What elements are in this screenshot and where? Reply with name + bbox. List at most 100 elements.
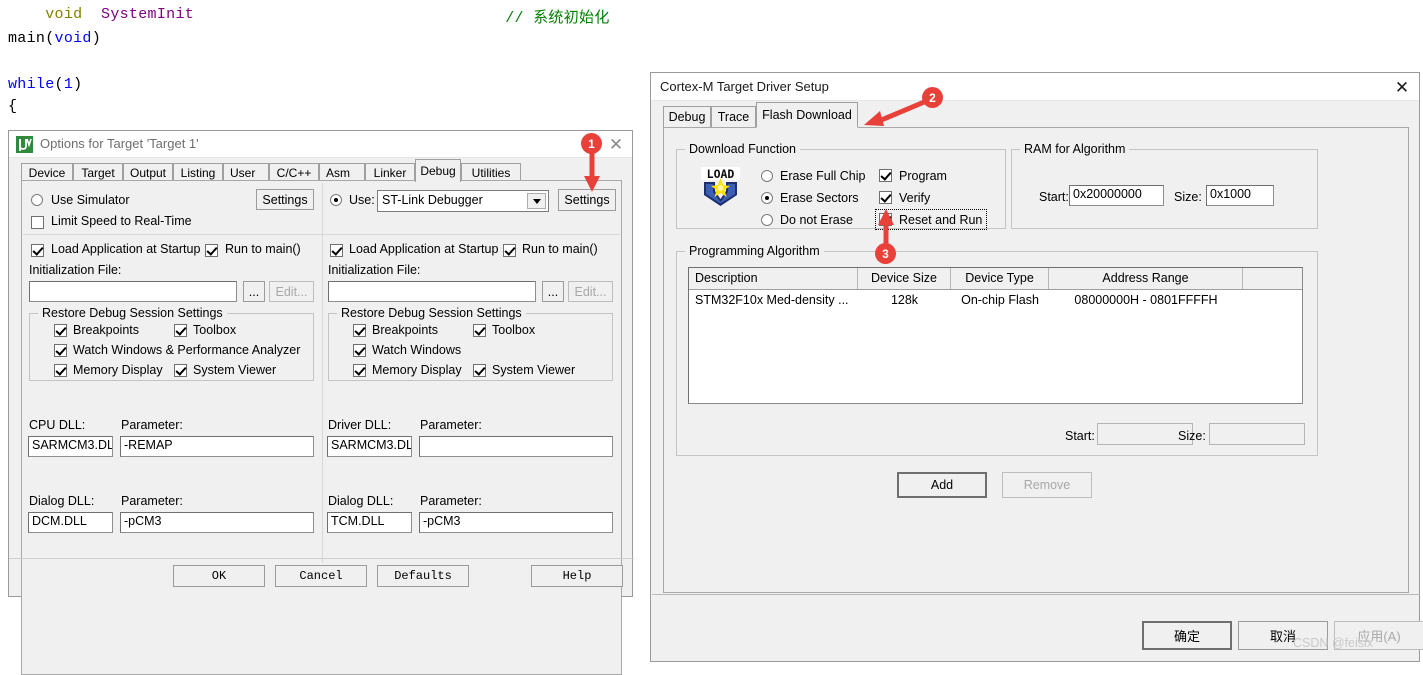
right-dialog-param-label: Parameter: [420,494,482,508]
driver-dll-input[interactable]: SARMCM3.DLL [327,436,412,457]
erase-full-chip-radio[interactable] [761,170,773,182]
defaults-button[interactable]: Defaults [377,565,469,587]
left-browse-button[interactable]: ... [243,281,265,302]
col-device-size[interactable]: Device Size [858,268,951,289]
col-description[interactable]: Description [689,268,858,289]
left-init-file-input[interactable] [29,281,237,302]
left-dialog-dll-input[interactable]: DCM.DLL [28,512,113,533]
tab-flash-download[interactable]: Flash Download [756,102,858,128]
do-not-erase-label: Do not Erase [780,213,853,227]
right-system-viewer-label: System Viewer [492,363,576,377]
uvision-icon [16,136,33,153]
right-run-to-main-checkbox[interactable] [503,244,516,257]
code-line-main: main(void) [8,30,102,47]
ram-start-label: Start: [1039,190,1069,204]
confirm-button[interactable]: 确定 [1142,621,1232,650]
program-checkbox[interactable] [879,169,892,182]
add-button[interactable]: Add [897,472,987,498]
left-restore-group-label: Restore Debug Session Settings [38,306,227,320]
cortex-m-target-driver-setup-dialog[interactable]: Cortex-M Target Driver Setup ✕ Debug Tra… [650,72,1423,662]
left-toolbox-checkbox[interactable] [174,324,187,337]
col-spacer[interactable] [1243,268,1302,289]
erase-sectors-radio[interactable] [761,192,773,204]
left-dialog-dll-label: Dialog DLL: [29,494,95,508]
debugger-combobox[interactable]: ST-Link Debugger [377,190,549,212]
use-simulator-radio[interactable] [31,194,43,206]
left-watch-windows-checkbox[interactable] [54,344,67,357]
programming-algorithm-table[interactable]: Description Device Size Device Type Addr… [688,267,1303,404]
col-device-type[interactable]: Device Type [951,268,1049,289]
left-memory-display-checkbox[interactable] [54,364,67,377]
right-toolbox-label: Toolbox [492,323,536,337]
right-browse-button[interactable]: ... [542,281,564,302]
use-simulator-label: Use Simulator [51,193,130,207]
erase-full-chip-label: Erase Full Chip [780,169,866,183]
right-toolbox-checkbox[interactable] [473,324,486,337]
ok-button[interactable]: OK [173,565,265,587]
right-breakpoints-checkbox[interactable] [353,324,366,337]
driver-dll-label: Driver DLL: [328,418,392,432]
ram-size-label: Size: [1174,190,1202,204]
right-breakpoints-label: Breakpoints [372,323,439,337]
left-memory-display-label: Memory Display [73,363,163,377]
cpu-param-input[interactable]: -REMAP [120,436,314,457]
right-dialog-dll-input[interactable]: TCM.DLL [327,512,412,533]
left-edit-button: Edit... [269,281,314,302]
left-breakpoints-label: Breakpoints [73,323,140,337]
right-load-app-checkbox[interactable] [330,244,343,257]
driver-param-label: Parameter: [420,418,482,432]
options-for-target-dialog[interactable]: Options for Target 'Target 1' ✕ Device T… [8,130,634,675]
right-watch-windows-checkbox[interactable] [353,344,366,357]
tab-debug-driver[interactable]: Debug [663,106,711,128]
help-button[interactable]: Help [531,565,623,587]
right-system-viewer-checkbox[interactable] [473,364,486,377]
tab-debug[interactable]: Debug [415,159,461,182]
cpu-param-label: Parameter: [121,418,183,432]
ram-start-input[interactable]: 0x20000000 [1069,185,1164,206]
right-edit-button: Edit... [568,281,613,302]
right-init-file-input[interactable] [328,281,536,302]
left-load-app-checkbox[interactable] [31,244,44,257]
right-dialog-param-input[interactable]: -pCM3 [419,512,613,533]
cell-address-range: 08000000H - 0801FFFFH [1074,293,1218,307]
left-breakpoints-checkbox[interactable] [54,324,67,337]
code-token-olive: void [45,6,83,23]
options-tabstrip[interactable]: Device Target Output Listing User C/C++ … [9,158,634,182]
limit-speed-checkbox[interactable] [31,216,44,229]
annotation-arrow-2 [864,97,930,126]
verify-label: Verify [899,191,931,205]
algorithm-size-label: Size: [1178,429,1206,443]
verify-checkbox[interactable] [879,191,892,204]
use-debugger-radio[interactable] [330,194,342,206]
driver-param-input[interactable] [419,436,613,457]
do-not-erase-radio[interactable] [761,214,773,226]
download-function-group-label: Download Function [685,142,801,156]
left-init-file-label: Initialization File: [29,263,122,277]
cancel-button[interactable]: Cancel [275,565,367,587]
chevron-down-icon[interactable] [527,193,546,209]
left-dialog-param-input[interactable]: -pCM3 [120,512,314,533]
right-dialog-dll-label: Dialog DLL: [328,494,394,508]
simulator-settings-button[interactable]: Settings [256,189,314,210]
col-address-range[interactable]: Address Range [1049,268,1243,289]
ram-size-input[interactable]: 0x1000 [1206,185,1274,206]
code-line-brace: { [8,98,18,115]
code-line-clipped-comment: // 系统初始化 [468,0,610,44]
ram-for-algorithm-group-label: RAM for Algorithm [1020,142,1130,156]
cell-device-size: 128k [890,293,919,307]
right-run-to-main-label: Run to main() [522,242,598,256]
left-system-viewer-checkbox[interactable] [174,364,187,377]
right-memory-display-checkbox[interactable] [353,364,366,377]
left-run-to-main-label: Run to main() [225,242,301,256]
code-token-comment: // 系统初始化 [505,10,610,27]
tab-trace[interactable]: Trace [711,106,756,128]
left-run-to-main-checkbox[interactable] [205,244,218,257]
right-restore-group-label: Restore Debug Session Settings [337,306,526,320]
driver-close-icon[interactable]: ✕ [1387,76,1417,100]
left-dialog-param-label: Parameter: [121,494,183,508]
cpu-dll-input[interactable]: SARMCM3.DLL [28,436,113,457]
table-header-row: Description Device Size Device Type Addr… [689,268,1302,290]
panel-hdivider [23,234,620,235]
code-line-while: while(1) [8,76,83,93]
algorithm-size-input[interactable] [1209,423,1305,445]
